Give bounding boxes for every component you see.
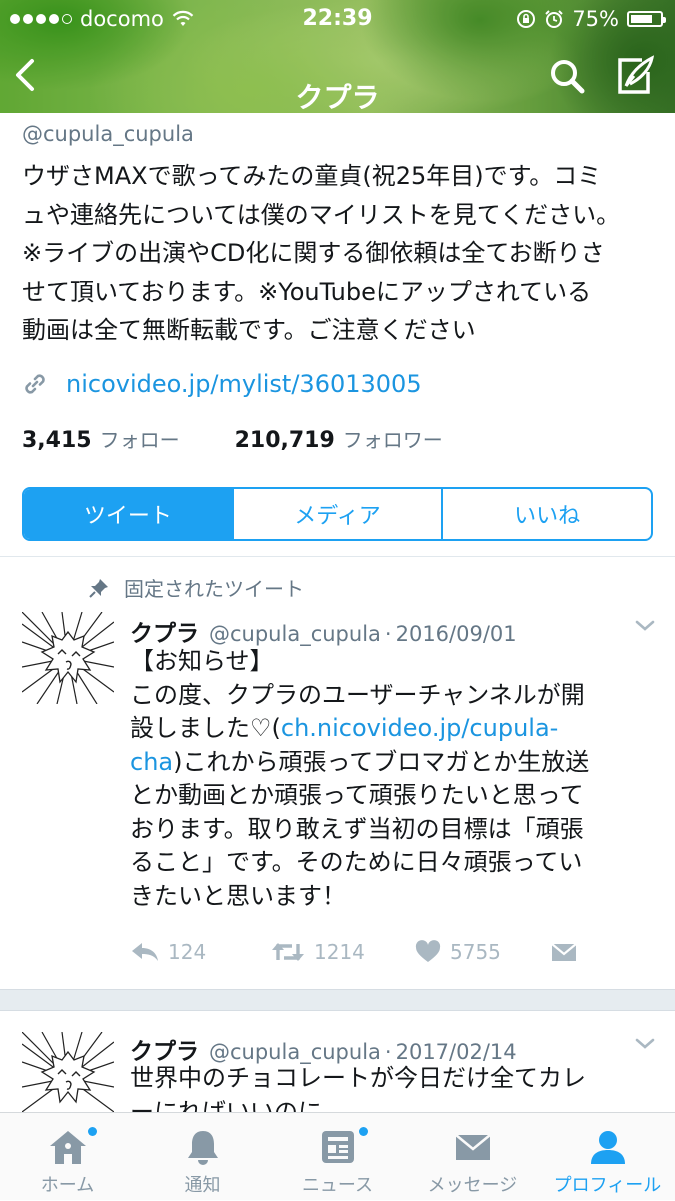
following-stat[interactable]: 3,415 フォロー (22, 424, 180, 453)
pin-icon (89, 578, 108, 598)
chevron-down-icon[interactable] (634, 618, 656, 634)
retweet-count: 1214 (314, 940, 365, 964)
tab-tweets[interactable]: ツイート (24, 489, 232, 539)
compose-tweet-icon[interactable] (612, 54, 658, 98)
tweet-text: 世界中のチョコレートが今日だけ全てカレ ーにればいいのに (130, 1064, 586, 1112)
tweet-header: クプラ @cupula_cupula · 2017/02/14 (130, 1032, 517, 1066)
profile-bio: ウザさMAXで歌ってみたの童貞(祝25年目)です。コミ ュや連絡先については僕の… (22, 162, 621, 344)
retweet-button[interactable]: 1214 (270, 940, 365, 964)
reply-icon (132, 943, 158, 961)
followers-stat[interactable]: 210,719 フォロワー (235, 424, 443, 453)
status-bar-right: 75% (516, 6, 666, 32)
followers-label: フォロワー (342, 428, 443, 452)
envelope-icon (454, 1133, 491, 1160)
tweet-date[interactable]: 2016/09/01 (396, 622, 517, 646)
tweet-text-part: )これから頑張ってブロマガとか生放送 とか動画とか頑張って頑張りたいと思って お… (130, 747, 590, 910)
tab-media[interactable]: メディア (231, 489, 442, 539)
tweet-header: クプラ @cupula_cupula · 2016/09/01 (130, 614, 517, 648)
news-icon (321, 1131, 354, 1163)
following-label: フォロー (99, 428, 180, 452)
battery-percent: 75% (572, 7, 619, 31)
tweet-date[interactable]: 2017/02/14 (396, 1040, 517, 1064)
reply-button[interactable]: 124 (130, 940, 206, 964)
profile-link-text[interactable]: nicovideo.jp/mylist/36013005 (66, 370, 422, 398)
tweet-author-handle[interactable]: @cupula_cupula (209, 622, 381, 646)
follow-counts: 3,415 フォロー 210,719 フォロワー (22, 424, 443, 453)
avatar[interactable] (22, 1032, 114, 1112)
battery-icon (627, 11, 666, 27)
link-icon (25, 374, 45, 394)
profile-tabs: ツイート メディア いいね (22, 487, 653, 541)
tweet-separator: · (384, 1040, 392, 1064)
tab-news-label: ニュース (301, 1175, 374, 1196)
heart-icon (415, 940, 441, 962)
tab-messages-label: メッセージ (427, 1175, 518, 1196)
direct-message-button[interactable] (550, 940, 578, 964)
tweet-text: 【お知らせ】 この度、クプラのユーザーチャンネルが開 設しました♡(ch.nic… (130, 645, 650, 913)
envelope-icon (551, 943, 577, 961)
avatar[interactable] (22, 612, 114, 704)
pinned-label-text: 固定されたツイート (124, 577, 304, 601)
rotation-lock-icon (517, 10, 536, 28)
chevron-down-icon[interactable] (634, 1036, 656, 1052)
retweet-icon (272, 943, 304, 961)
profile-handle: @cupula_cupula (22, 122, 194, 146)
person-icon (590, 1131, 625, 1164)
following-count: 3,415 (22, 428, 92, 453)
tab-likes[interactable]: いいね (441, 489, 651, 539)
tab-notifications[interactable]: 通知 (135, 1113, 270, 1201)
tweet-author-name[interactable]: クプラ (130, 1032, 199, 1066)
tab-home-label: ホーム (40, 1175, 95, 1196)
tweet-author-name[interactable]: クプラ (130, 614, 199, 648)
section-separator (0, 989, 675, 1011)
tweet-actions: 124 1214 5755 (130, 940, 650, 970)
bell-icon (187, 1131, 218, 1165)
tab-home[interactable]: ホーム (0, 1113, 135, 1201)
tab-profile[interactable]: プロフィール (540, 1113, 675, 1201)
tweet-link-part: cha (130, 747, 174, 776)
tab-messages[interactable]: メッセージ (405, 1113, 540, 1201)
tab-news[interactable]: ニュース (270, 1113, 405, 1201)
tab-notifications-label: 通知 (184, 1175, 221, 1196)
profile-link[interactable]: nicovideo.jp/mylist/36013005 (22, 370, 422, 398)
home-icon (49, 1131, 86, 1164)
notification-badge (359, 1127, 368, 1136)
tweet-separator: · (384, 622, 392, 646)
divider (0, 556, 675, 557)
reply-count: 124 (168, 940, 207, 964)
alarm-icon (545, 10, 564, 28)
tweet-link-part: ch.nicovideo.jp/cupula- (280, 714, 559, 742)
notification-badge (88, 1127, 97, 1136)
tweet-author-handle[interactable]: @cupula_cupula (209, 1040, 381, 1064)
profile-header-banner: docomo 22:39 75% クプラ (0, 0, 675, 113)
bottom-tab-bar: ホーム 通知 ニュース メッセージ プロフィール (0, 1112, 675, 1200)
like-count: 5755 (450, 940, 501, 964)
tab-profile-label: プロフィール (553, 1175, 662, 1196)
followers-count: 210,719 (234, 428, 335, 453)
search-icon[interactable] (548, 57, 588, 97)
pinned-tweet-label: 固定されたツイート (88, 573, 304, 602)
like-button[interactable]: 5755 (414, 940, 501, 964)
